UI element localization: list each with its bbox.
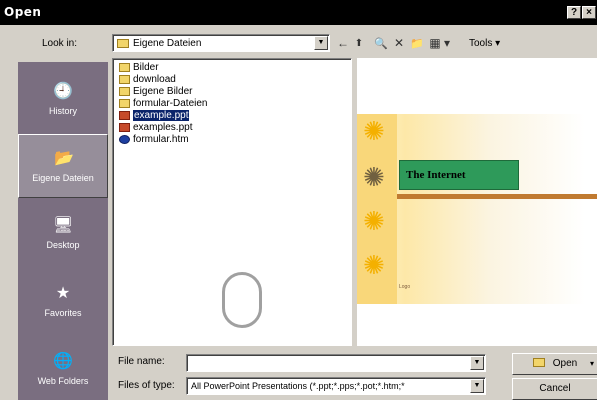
slide-title: The Internet — [399, 160, 519, 190]
open-button[interactable]: Open ▾ — [512, 353, 597, 375]
place-label: Favorites — [44, 308, 82, 318]
places-bar: 🕘 History 📂 Eigene Dateien 🖥 Desktop ★ F… — [18, 62, 108, 400]
places-history[interactable]: 🕘 History — [18, 68, 108, 132]
cancel-button[interactable]: Cancel — [512, 378, 597, 400]
folder-icon — [119, 62, 130, 72]
place-label: History — [48, 106, 77, 116]
list-item[interactable]: Eigene Bilder — [119, 85, 192, 97]
look-in-combo[interactable]: Eigene Dateien ▼ — [112, 34, 330, 52]
folder-icon — [532, 358, 545, 367]
list-item[interactable]: Bilder — [119, 61, 159, 73]
web-folders-icon: 🌐 — [53, 353, 73, 370]
file-name-label: File name: — [118, 356, 165, 367]
preview-pane: ✺ ✺ ✺ ✺ The Internet Logo — [357, 58, 597, 346]
chevron-down-icon[interactable]: ▼ — [470, 356, 484, 370]
file-name: Bilder — [133, 61, 159, 73]
slide-footer: Logo — [399, 284, 411, 290]
help-button[interactable]: ? — [567, 6, 581, 19]
file-name: Eigene Bilder — [133, 85, 193, 97]
favorites-icon: ★ — [55, 285, 71, 302]
look-in-value: Eigene Dateien — [133, 38, 202, 49]
folder-icon — [119, 86, 130, 96]
new-folder-icon[interactable]: 📁 — [408, 34, 426, 52]
folder-icon — [119, 98, 130, 108]
title-bar: Open ? × — [0, 0, 597, 25]
tools-menu[interactable]: Tools ▾ — [469, 38, 500, 49]
file-name: formular-Dateien — [133, 97, 208, 109]
folder-icon — [117, 39, 129, 48]
slide-divider — [397, 194, 597, 199]
list-item[interactable]: formular-Dateien — [119, 97, 207, 109]
files-of-type-value: All PowerPoint Presentations (*.ppt;*.pp… — [191, 381, 405, 391]
files-of-type-select[interactable]: All PowerPoint Presentations (*.ppt;*.pp… — [186, 377, 486, 395]
place-label: Web Folders — [37, 376, 89, 386]
views-dropdown-icon[interactable]: ▾ — [442, 34, 452, 52]
places-desktop[interactable]: 🖥 Desktop — [18, 202, 108, 266]
look-in-label: Look in: — [42, 38, 78, 49]
open-dialog: Open ? × Look in: Eigene Dateien ▼ ← ⬆ 🔍… — [0, 0, 597, 400]
history-icon: 🕘 — [53, 83, 73, 100]
powerpoint-file-icon — [119, 110, 130, 120]
sun-icon: ✺ — [363, 206, 385, 236]
close-button[interactable]: × — [582, 6, 596, 19]
file-name: example.ppt — [131, 108, 191, 122]
files-of-type-label: Files of type: — [118, 380, 175, 391]
slide-thumbnail: ✺ ✺ ✺ ✺ The Internet Logo — [357, 114, 597, 304]
sun-icon: ✺ — [363, 116, 385, 146]
up-folder-icon[interactable]: ⬆ — [350, 34, 368, 52]
list-item[interactable]: examples.ppt — [119, 121, 192, 133]
place-label: Desktop — [46, 240, 80, 250]
office-assistant-icon[interactable] — [222, 272, 262, 328]
my-documents-icon: 📂 — [54, 150, 74, 167]
list-item[interactable]: formular.htm — [119, 133, 189, 145]
desktop-icon: 🖥 — [53, 217, 74, 234]
file-name-input[interactable]: ▼ — [186, 354, 486, 372]
sun-icon: ✺ — [363, 250, 385, 280]
chevron-down-icon[interactable]: ▾ — [590, 354, 594, 374]
file-name: formular.htm — [133, 133, 189, 145]
file-name: examples.ppt — [133, 121, 193, 133]
places-web-folders[interactable]: 🌐 Web Folders — [18, 338, 108, 400]
list-item-selected[interactable]: example.ppt — [119, 108, 191, 122]
dialog-title: Open — [4, 5, 42, 19]
chevron-down-icon[interactable]: ▼ — [470, 379, 484, 393]
delete-icon[interactable]: ✕ — [390, 34, 408, 52]
chevron-down-icon[interactable]: ▼ — [314, 36, 328, 50]
html-file-icon — [119, 134, 130, 144]
place-label: Eigene Dateien — [32, 173, 94, 183]
list-item[interactable]: download — [119, 73, 176, 85]
powerpoint-file-icon — [119, 122, 130, 132]
places-favorites[interactable]: ★ Favorites — [18, 270, 108, 334]
open-label: Open — [552, 358, 578, 369]
folder-icon — [119, 74, 130, 84]
file-name: download — [133, 73, 176, 85]
search-web-icon[interactable]: 🔍 — [372, 34, 390, 52]
places-eigene-dateien[interactable]: 📂 Eigene Dateien — [18, 134, 108, 198]
sun-icon: ✺ — [363, 162, 385, 192]
